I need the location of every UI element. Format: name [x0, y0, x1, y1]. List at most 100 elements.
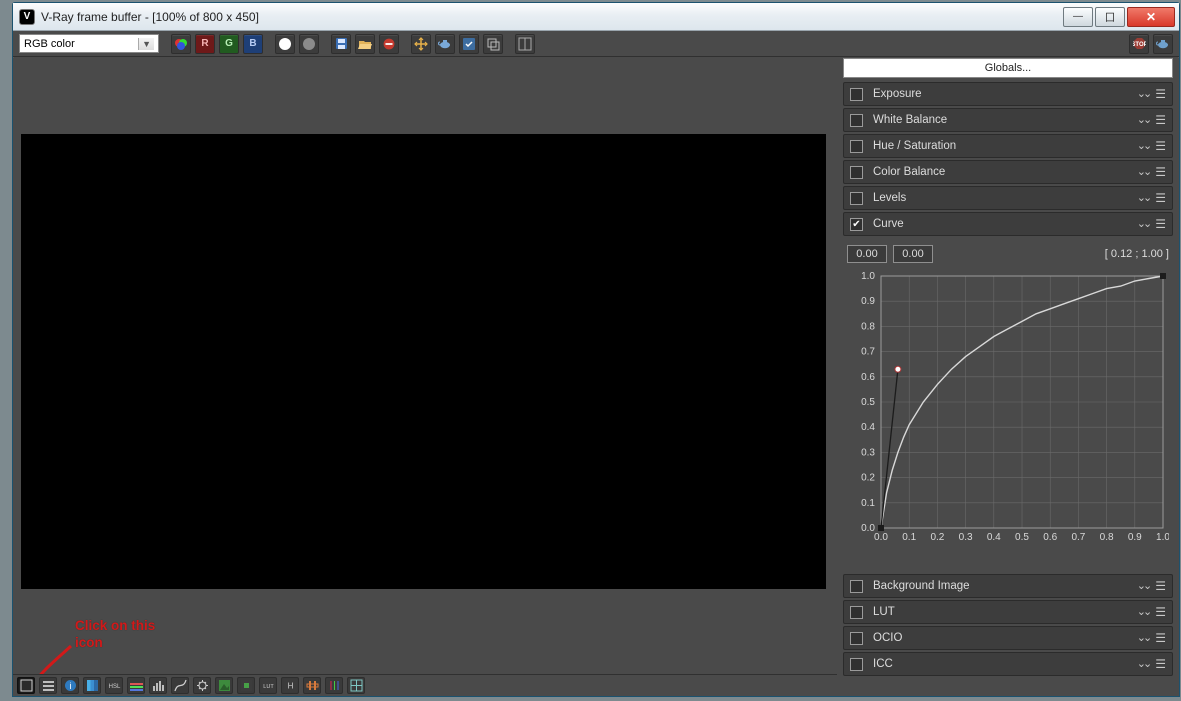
section-lut[interactable]: LUT ⌄⌄ ☰ — [843, 600, 1173, 624]
svg-text:STOP: STOP — [1133, 42, 1146, 48]
section-menu-icon[interactable]: ☰ — [1155, 217, 1166, 231]
svg-text:i: i — [69, 681, 71, 691]
annotation-text: Click on this icon — [75, 618, 155, 652]
channel-b-button[interactable]: B — [243, 34, 263, 54]
curve-editor[interactable]: 0.00.10.20.30.40.50.60.70.80.91.00.00.10… — [849, 270, 1173, 552]
section-menu-icon[interactable]: ☰ — [1155, 87, 1166, 101]
bottom-bg-icon[interactable] — [215, 677, 233, 694]
bottom-pixel-aspect-icon[interactable] — [347, 677, 365, 694]
svg-text:0.8: 0.8 — [1100, 532, 1114, 543]
globals-button[interactable]: Globals... — [843, 58, 1173, 78]
render-viewport[interactable] — [21, 134, 826, 589]
minimize-button[interactable]: — — [1063, 7, 1093, 27]
section-hsl[interactable]: Hue / Saturation ⌄⌄ ☰ — [843, 134, 1173, 158]
chevron-down-icon[interactable]: ⌄⌄ — [1137, 631, 1149, 645]
section-menu-icon[interactable]: ☰ — [1155, 113, 1166, 127]
app-icon: V — [19, 9, 35, 25]
duplicate-icon[interactable] — [483, 34, 503, 54]
bottom-curve-icon[interactable] — [171, 677, 189, 694]
section-wb-checkbox[interactable] — [850, 114, 863, 127]
bottom-hsl-icon[interactable]: HSL — [105, 677, 123, 694]
section-curve-checkbox[interactable] — [850, 218, 863, 231]
chevron-down-icon[interactable]: ⌄⌄ — [1137, 139, 1149, 153]
svg-text:0.5: 0.5 — [1015, 532, 1029, 543]
section-menu-icon[interactable]: ☰ — [1155, 657, 1166, 671]
section-levels-checkbox[interactable] — [850, 192, 863, 205]
bottom-ocio-icon[interactable]: H — [281, 677, 299, 694]
link-viewport-icon[interactable] — [459, 34, 479, 54]
section-exposure-checkbox[interactable] — [850, 88, 863, 101]
section-levels[interactable]: Levels ⌄⌄ ☰ — [843, 186, 1173, 210]
bottom-sliders-icon[interactable] — [325, 677, 343, 694]
bottom-colorbalance-icon[interactable] — [127, 677, 145, 694]
svg-text:HSL: HSL — [108, 684, 120, 690]
bottom-lens-icon[interactable] — [193, 677, 211, 694]
teapot-main-icon[interactable] — [1153, 34, 1173, 54]
section-curve[interactable]: Curve ⌄⌄ ☰ — [843, 212, 1173, 236]
svg-text:0.2: 0.2 — [861, 473, 875, 484]
bottom-stamp-icon[interactable] — [237, 677, 255, 694]
chevron-down-icon[interactable]: ⌄⌄ — [1137, 605, 1149, 619]
section-menu-icon[interactable]: ☰ — [1155, 191, 1166, 205]
chevron-down-icon[interactable]: ⌄⌄ — [1137, 191, 1149, 205]
section-cb-checkbox[interactable] — [850, 166, 863, 179]
bottom-histogram-icon[interactable] — [149, 677, 167, 694]
channel-g-button[interactable]: G — [219, 34, 239, 54]
section-menu-icon[interactable]: ☰ — [1155, 165, 1166, 179]
section-curve-label: Curve — [873, 218, 904, 230]
section-lut-checkbox[interactable] — [850, 606, 863, 619]
section-menu-icon[interactable]: ☰ — [1155, 605, 1166, 619]
curve-input-b[interactable]: 0.00 — [893, 245, 933, 263]
channel-r-button[interactable]: R — [195, 34, 215, 54]
section-ocio[interactable]: OCIO ⌄⌄ ☰ — [843, 626, 1173, 650]
section-ocio-checkbox[interactable] — [850, 632, 863, 645]
section-bg[interactable]: Background Image ⌄⌄ ☰ — [843, 574, 1173, 598]
chevron-down-icon[interactable]: ⌄⌄ — [1137, 113, 1149, 127]
save-icon[interactable] — [331, 34, 351, 54]
section-menu-icon[interactable]: ☰ — [1155, 579, 1166, 593]
curve-input-a[interactable]: 0.00 — [847, 245, 887, 263]
open-icon[interactable] — [355, 34, 375, 54]
svg-text:0.4: 0.4 — [987, 532, 1001, 543]
teapot-render-icon[interactable] — [435, 34, 455, 54]
bottom-levels-icon[interactable] — [83, 677, 101, 694]
mono-grey-button[interactable] — [299, 34, 319, 54]
bottom-lut-icon[interactable]: LUT — [259, 677, 277, 694]
section-cb[interactable]: Color Balance ⌄⌄ ☰ — [843, 160, 1173, 184]
section-menu-icon[interactable]: ☰ — [1155, 139, 1166, 153]
close-button[interactable]: ✕ — [1127, 7, 1175, 27]
chevron-down-icon[interactable]: ⌄⌄ — [1137, 165, 1149, 179]
top-toolbar: RGB color ▼ R G B — [13, 31, 1179, 57]
delete-icon[interactable] — [379, 34, 399, 54]
info-icon[interactable]: i — [61, 677, 79, 694]
compare-ab-icon[interactable] — [515, 34, 535, 54]
section-wb[interactable]: White Balance ⌄⌄ ☰ — [843, 108, 1173, 132]
channel-combo[interactable]: RGB color ▼ — [19, 34, 159, 53]
chevron-down-icon[interactable]: ⌄⌄ — [1137, 87, 1149, 101]
section-bg-checkbox[interactable] — [850, 580, 863, 593]
section-icc-checkbox[interactable] — [850, 658, 863, 671]
bottom-icc-icon[interactable] — [303, 677, 321, 694]
section-exposure[interactable]: Exposure ⌄⌄ ☰ — [843, 82, 1173, 106]
curve-cursor-coord: [ 0.12 ; 1.00 ] — [1105, 248, 1169, 260]
titlebar[interactable]: V V-Ray frame buffer - [100% of 800 x 45… — [13, 3, 1179, 31]
section-cb-label: Color Balance — [873, 166, 945, 178]
section-icc[interactable]: ICC ⌄⌄ ☰ — [843, 652, 1173, 676]
rgb-toggle-icon[interactable] — [171, 34, 191, 54]
chevron-down-icon[interactable]: ⌄⌄ — [1137, 217, 1149, 231]
mono-white-button[interactable] — [275, 34, 295, 54]
region-render-icon[interactable] — [411, 34, 431, 54]
corrections-toggle-icon[interactable] — [17, 677, 35, 694]
svg-text:0.7: 0.7 — [1071, 532, 1085, 543]
maximize-button[interactable]: 囗 — [1095, 7, 1125, 27]
svg-text:0.4: 0.4 — [861, 422, 875, 433]
history-icon[interactable] — [39, 677, 57, 694]
svg-text:0.0: 0.0 — [861, 523, 875, 534]
chevron-down-icon[interactable]: ⌄⌄ — [1137, 657, 1149, 671]
stop-render-icon[interactable]: STOP — [1129, 34, 1149, 54]
corrections-panel: Globals... Exposure ⌄⌄ ☰ White Balance ⌄… — [837, 58, 1179, 696]
svg-text:1.0: 1.0 — [1156, 532, 1169, 543]
chevron-down-icon[interactable]: ⌄⌄ — [1137, 579, 1149, 593]
section-menu-icon[interactable]: ☰ — [1155, 631, 1166, 645]
section-hsl-checkbox[interactable] — [850, 140, 863, 153]
